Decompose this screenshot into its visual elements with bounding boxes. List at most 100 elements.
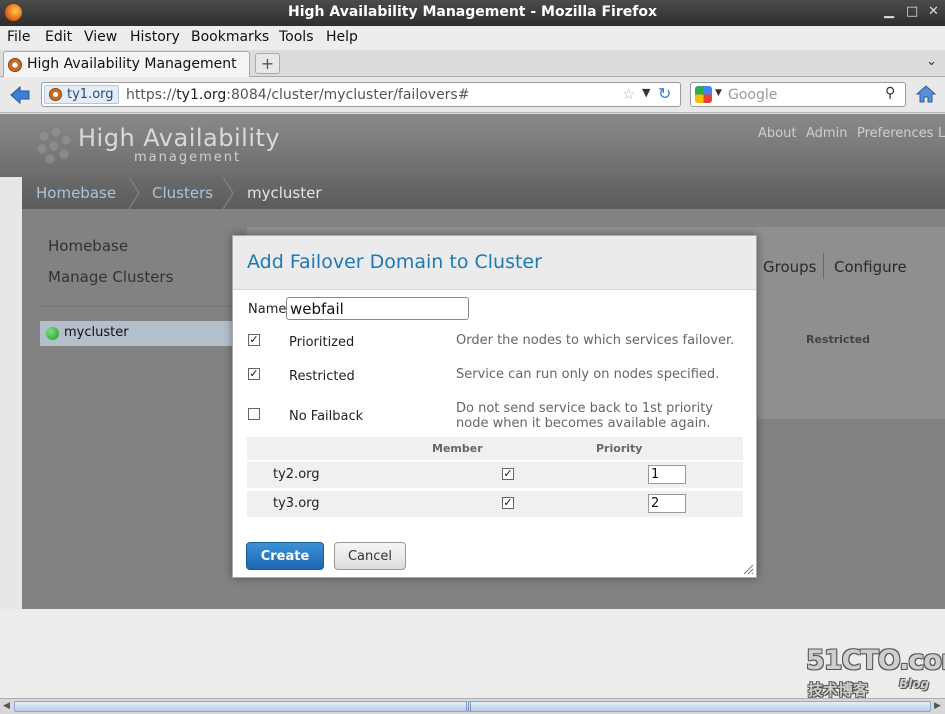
minimize-icon[interactable]: ▁ [884, 4, 894, 19]
breadcrumb-clusters[interactable]: Clusters [152, 184, 213, 202]
restricted-description: Service can run only on nodes specified. [456, 367, 720, 382]
scroll-grip-icon: ||| [465, 702, 472, 712]
engine-dropdown-icon[interactable]: ▼ [715, 88, 722, 98]
members-table-header: Member Priority [247, 437, 743, 460]
menu-edit[interactable]: Edit [45, 29, 72, 45]
menu-bar: File Edit View History Bookmarks Tools H… [0, 26, 945, 50]
tab-groups[interactable]: Groups [763, 258, 816, 276]
menu-view[interactable]: View [84, 29, 117, 45]
node-name: ty2.org [273, 467, 320, 482]
tab-ha-management[interactable]: High Availability Management [3, 51, 250, 77]
sidebar-item-manage-clusters[interactable]: Manage Clusters [48, 268, 173, 286]
bookmark-star-icon[interactable]: ☆ [622, 85, 635, 103]
priority-input[interactable] [648, 494, 686, 513]
watermark-sub: 技术博客 [808, 681, 869, 699]
top-link-about[interactable]: About [758, 126, 796, 141]
resize-grip-icon[interactable] [743, 564, 754, 575]
sidebar-item-homebase[interactable]: Homebase [48, 237, 128, 255]
watermark: 51CTO.com 技术博客 Blog [806, 645, 945, 699]
app-header: High Availability management About Admin… [0, 114, 945, 177]
new-tab-button[interactable]: + [255, 53, 280, 74]
navigation-bar: ty1.org https://ty1.org:8084/cluster/myc… [0, 77, 945, 113]
app-brand: High Availability [78, 124, 281, 152]
dialog-title: Add Failover Domain to Cluster [247, 251, 542, 273]
top-link-preferences[interactable]: Preferences [857, 126, 933, 141]
breadcrumb-separator-icon [128, 177, 140, 209]
no-failback-label: No Failback [289, 409, 364, 424]
top-link-admin[interactable]: Admin [806, 126, 847, 141]
top-link-logout[interactable]: L [938, 126, 945, 141]
menu-file[interactable]: File [7, 29, 30, 45]
search-bar[interactable]: ▼ Google ⚲ [690, 82, 906, 107]
name-label: Name [248, 302, 287, 317]
no-failback-checkbox[interactable] [248, 408, 260, 420]
column-header-priority: Priority [596, 442, 643, 455]
create-button[interactable]: Create [246, 542, 324, 570]
luci-favicon-icon [8, 58, 22, 72]
breadcrumb: Homebase Clusters mycluster [22, 177, 945, 209]
site-identity-label: ty1.org [67, 87, 114, 102]
no-failback-description: Do not send service back to 1st priority… [456, 401, 714, 431]
sidebar-item-mycluster[interactable]: mycluster [40, 321, 240, 346]
table-row: ty2.org ✓ [247, 462, 743, 488]
priority-input[interactable] [648, 465, 686, 484]
table-row: ty3.org ✓ [247, 491, 743, 517]
breadcrumb-mycluster: mycluster [247, 184, 322, 202]
menu-tools[interactable]: Tools [279, 29, 314, 45]
restricted-label: Restricted [289, 369, 355, 384]
app-brand-sub: management [134, 150, 242, 165]
prioritized-description: Order the nodes to which services failov… [456, 333, 735, 348]
node-name: ty3.org [273, 496, 320, 511]
breadcrumb-separator-icon [222, 177, 234, 209]
name-input[interactable] [286, 297, 469, 320]
reload-icon[interactable]: ↻ [658, 84, 671, 103]
scroll-left-icon[interactable]: ◀ [3, 701, 10, 711]
cluster-label: mycluster [64, 325, 129, 340]
scrollbar-thumb[interactable]: ||| [14, 701, 931, 712]
google-engine-icon[interactable] [695, 86, 712, 103]
url-dropdown-icon[interactable]: ▼ [642, 86, 650, 99]
binoculars-icon[interactable]: ⚲ [885, 85, 895, 101]
tab-strip: High Availability Management + ⌄ [0, 50, 945, 77]
prioritized-checkbox[interactable]: ✓ [248, 334, 260, 346]
cluster-status-icon [46, 327, 59, 340]
url-scheme: https:// [126, 87, 177, 103]
site-identity-button[interactable]: ty1.org [44, 85, 119, 104]
add-failover-domain-dialog: Add Failover Domain to Cluster Name ✓ Pr… [232, 235, 757, 578]
url-host: ty1.org [176, 87, 227, 103]
tab-label: High Availability Management [27, 56, 237, 72]
search-placeholder: Google [728, 87, 778, 103]
page-footer-area [0, 609, 945, 698]
tab-separator [823, 253, 824, 279]
tab-list-chevron-icon[interactable]: ⌄ [926, 54, 937, 69]
menu-bookmarks[interactable]: Bookmarks [191, 29, 269, 45]
watermark-blog: Blog [899, 677, 930, 691]
window-title: High Availability Management - Mozilla F… [288, 4, 657, 20]
column-header-restricted: Restricted [806, 333, 871, 346]
breadcrumb-homebase[interactable]: Homebase [36, 184, 116, 202]
url-bar[interactable]: ty1.org https://ty1.org:8084/cluster/myc… [41, 82, 681, 107]
tab-configure[interactable]: Configure [834, 258, 907, 276]
cancel-button[interactable]: Cancel [334, 542, 406, 570]
url-path: :8084/cluster/mycluster/failovers# [226, 87, 470, 103]
dialog-header: Add Failover Domain to Cluster [233, 236, 756, 290]
window-titlebar: High Availability Management - Mozilla F… [0, 0, 945, 26]
member-checkbox[interactable]: ✓ [502, 468, 514, 480]
scroll-right-icon[interactable]: ▶ [934, 701, 941, 711]
hexagon-logo-icon [36, 126, 72, 165]
menu-history[interactable]: History [130, 29, 180, 45]
maximize-icon[interactable]: □ [906, 4, 918, 19]
column-header-member: Member [432, 442, 483, 455]
restricted-checkbox[interactable]: ✓ [248, 368, 260, 380]
back-arrow-icon[interactable] [9, 84, 31, 106]
prioritized-label: Prioritized [289, 335, 355, 350]
menu-help[interactable]: Help [326, 29, 358, 45]
sidebar-divider [40, 306, 240, 307]
member-checkbox[interactable]: ✓ [502, 497, 514, 509]
horizontal-scrollbar[interactable]: ◀ ||| ▶ [0, 698, 945, 714]
close-icon[interactable]: ✕ [928, 4, 939, 19]
url-text[interactable]: https://ty1.org:8084/cluster/mycluster/f… [126, 87, 469, 103]
site-favicon-icon [49, 88, 62, 101]
watermark-main: 51CTO.com [806, 645, 945, 676]
home-icon[interactable] [915, 83, 937, 105]
